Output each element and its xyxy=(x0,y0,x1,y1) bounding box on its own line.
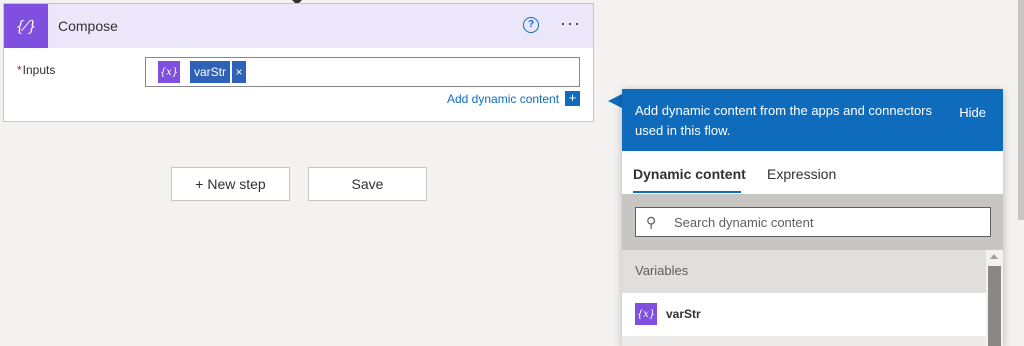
save-button[interactable]: Save xyxy=(308,167,427,201)
compose-title: Compose xyxy=(58,18,118,34)
variable-icon: {x} xyxy=(635,303,657,325)
compose-card-header[interactable]: {⁄} Compose ? ··· xyxy=(4,4,593,48)
list-divider xyxy=(622,336,986,346)
inputs-label: *Inputs xyxy=(17,63,55,77)
search-placeholder: Search dynamic content xyxy=(674,214,814,230)
compose-action-card: {⁄} Compose ? ··· *Inputs {x} varStr × A… xyxy=(3,3,594,122)
search-icon: ⚲ xyxy=(646,213,657,230)
inputs-label-text: Inputs xyxy=(22,63,56,77)
inputs-field[interactable]: {x} varStr × xyxy=(145,57,580,87)
compose-action-icon: {⁄} xyxy=(4,4,48,48)
section-header-variables[interactable]: Variables xyxy=(622,250,986,293)
search-input[interactable]: ⚲ Search dynamic content xyxy=(635,207,991,237)
variable-icon: {x} xyxy=(158,61,180,83)
tab-dynamic-content[interactable]: Dynamic content xyxy=(633,166,746,182)
list-scrollbar[interactable] xyxy=(986,250,1003,346)
token-gap xyxy=(180,61,190,83)
more-options-icon[interactable]: ··· xyxy=(560,13,581,33)
tab-expression[interactable]: Expression xyxy=(767,166,836,182)
variable-token[interactable]: {x} varStr × xyxy=(158,61,247,83)
flyout-header-text: Add dynamic content from the apps and co… xyxy=(635,103,933,138)
dynamic-content-flyout: Add dynamic content from the apps and co… xyxy=(622,89,1003,346)
dynamic-content-list: Variables {x} varStr xyxy=(622,250,1003,346)
add-dynamic-content-icon[interactable]: + xyxy=(565,91,580,106)
flyout-pointer xyxy=(608,94,622,108)
token-label: varStr xyxy=(190,61,231,83)
active-tab-underline xyxy=(633,191,741,193)
add-dynamic-content-link[interactable]: Add dynamic content xyxy=(447,92,559,106)
help-icon[interactable]: ? xyxy=(523,17,539,33)
hide-button[interactable]: Hide xyxy=(959,103,986,123)
token-remove-icon[interactable]: × xyxy=(232,61,247,83)
page-scrollbar[interactable] xyxy=(1018,0,1024,220)
new-step-button[interactable]: + New step xyxy=(171,167,290,201)
scroll-thumb[interactable] xyxy=(988,266,1001,346)
search-band: ⚲ Search dynamic content xyxy=(622,194,1003,250)
flyout-header: Add dynamic content from the apps and co… xyxy=(622,89,1003,151)
list-item-varstr[interactable]: {x} varStr xyxy=(622,293,986,336)
required-mark: * xyxy=(17,63,22,77)
variable-name: varStr xyxy=(666,307,701,321)
scroll-up-icon[interactable] xyxy=(990,254,998,259)
